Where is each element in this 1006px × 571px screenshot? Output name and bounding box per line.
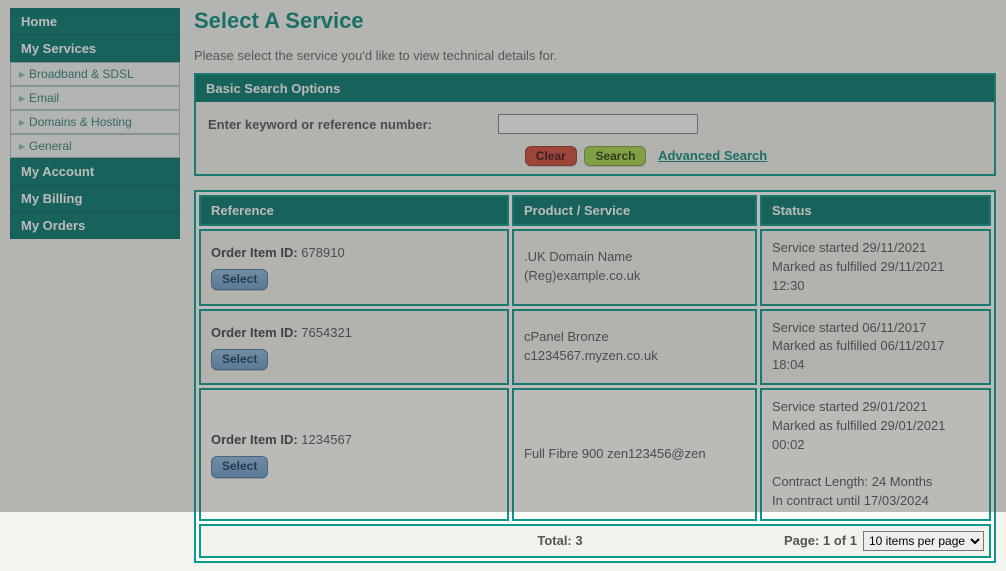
per-page-select[interactable]: 10 items per page — [863, 531, 984, 551]
nav-my-services-label: My Services — [21, 41, 96, 56]
cell-reference: Order Item ID: 7654321 Select — [199, 309, 509, 386]
col-reference: Reference — [199, 195, 509, 226]
cell-status: Service started 29/01/2021 Marked as ful… — [760, 388, 991, 521]
table-row: Order Item ID: 678910 Select .UK Domain Na… — [199, 229, 991, 306]
nav-sub-general[interactable]: ▸ General — [10, 134, 180, 158]
order-item-label: Order Item ID: — [211, 325, 301, 340]
nav-sub-label: Email — [29, 91, 59, 105]
page-total: 1 — [850, 533, 857, 548]
col-product: Product / Service — [512, 195, 757, 226]
cell-status: Service started 29/11/2021 Marked as ful… — [760, 229, 991, 306]
nav-home[interactable]: Home — [10, 8, 180, 35]
nav-sub-domains[interactable]: ▸ Domains & Hosting — [10, 110, 180, 134]
nav-sub-label: Broadband & SDSL — [29, 67, 134, 81]
page-intro: Please select the service you'd like to … — [194, 48, 996, 63]
search-panel-header: Basic Search Options — [196, 75, 994, 102]
page-current: 1 — [823, 533, 830, 548]
nav-my-services[interactable]: My Services — [10, 35, 180, 62]
nav-my-account-label: My Account — [21, 164, 94, 179]
search-panel: Basic Search Options Enter keyword or re… — [194, 73, 996, 176]
results-table: Reference Product / Service Status Order… — [194, 190, 996, 563]
keyword-input[interactable] — [498, 114, 698, 134]
caret-icon: ▸ — [19, 91, 25, 105]
order-item-id: 678910 — [301, 245, 344, 260]
search-button[interactable]: Search — [584, 146, 646, 166]
cell-reference: Order Item ID: 1234567 Select — [199, 388, 509, 521]
main-content: Select A Service Please select the servi… — [180, 8, 996, 563]
order-item-label: Order Item ID: — [211, 245, 301, 260]
nav-my-billing[interactable]: My Billing — [10, 185, 180, 212]
select-button[interactable]: Select — [211, 269, 268, 290]
nav-sub-broadband[interactable]: ▸ Broadband & SDSL — [10, 62, 180, 86]
total-label: Total: — [537, 533, 571, 548]
nav-sub-label: Domains & Hosting — [29, 115, 132, 129]
select-button[interactable]: Select — [211, 349, 268, 370]
nav-sub-email[interactable]: ▸ Email — [10, 86, 180, 110]
caret-icon: ▸ — [19, 67, 25, 81]
advanced-search-link[interactable]: Advanced Search — [658, 148, 767, 163]
clear-button[interactable]: Clear — [525, 146, 577, 166]
order-item-label: Order Item ID: — [211, 432, 301, 447]
caret-icon: ▸ — [19, 139, 25, 153]
select-button[interactable]: Select — [211, 456, 268, 477]
cell-status: Service started 06/11/2017 Marked as ful… — [760, 309, 991, 386]
page-label: Page: — [784, 533, 819, 548]
page-title: Select A Service — [194, 8, 996, 34]
nav-home-label: Home — [21, 14, 57, 29]
nav-my-orders-label: My Orders — [21, 218, 85, 233]
keyword-label: Enter keyword or reference number: — [208, 117, 498, 132]
order-item-id: 1234567 — [301, 432, 352, 447]
order-item-id: 7654321 — [301, 325, 352, 340]
total-value: 3 — [575, 533, 582, 548]
page-of: of — [834, 533, 846, 548]
cell-reference: Order Item ID: 678910 Select — [199, 229, 509, 306]
col-status: Status — [760, 195, 991, 226]
cell-product: cPanel Bronze c1234567.myzen.co.uk — [512, 309, 757, 386]
nav-sub-label: General — [29, 139, 72, 153]
nav-my-orders[interactable]: My Orders — [10, 212, 180, 239]
nav-my-billing-label: My Billing — [21, 191, 82, 206]
table-row: Order Item ID: 1234567 Select Full Fibre 9… — [199, 388, 991, 521]
caret-icon: ▸ — [19, 115, 25, 129]
table-row: Order Item ID: 7654321 Select cPanel Bronz… — [199, 309, 991, 386]
nav-my-account[interactable]: My Account — [10, 158, 180, 185]
table-footer: Total: 3 Page: 1 of 1 — [199, 524, 991, 558]
sidebar: Home My Services ▸ Broadband & SDSL ▸ Emai… — [10, 8, 180, 563]
cell-product: Full Fibre 900 zen123456@zen — [512, 388, 757, 521]
cell-product: .UK Domain Name (Reg)example.co.uk — [512, 229, 757, 306]
